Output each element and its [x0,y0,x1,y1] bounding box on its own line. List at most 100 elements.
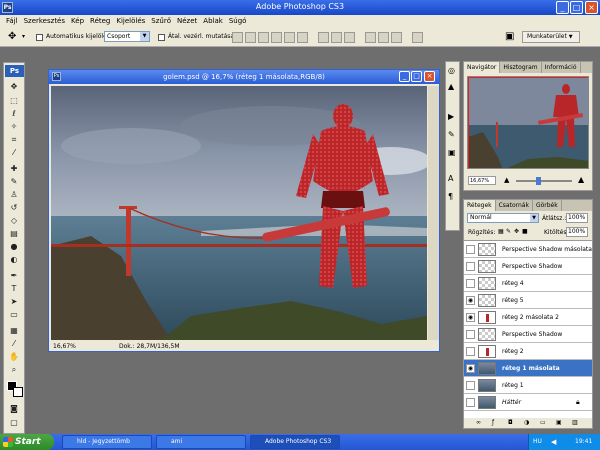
align-vcenter-icon[interactable] [245,32,256,43]
layer-row[interactable]: Perspective Shadow másolata [464,241,592,258]
align-top-icon[interactable] [232,32,243,43]
menu-help[interactable]: Súgó [226,17,250,25]
menu-view[interactable]: Nézet [174,17,200,25]
crop-tool-icon[interactable]: ⌗ [7,134,21,145]
align-left-icon[interactable] [271,32,282,43]
blur-tool-icon[interactable]: ● [7,241,21,252]
visibility-toggle[interactable] [466,381,475,390]
path-selection-tool-icon[interactable]: ➤ [7,296,21,307]
new-layer-icon[interactable]: ▣ [556,419,562,426]
trash-icon[interactable]: ▥ [572,419,578,426]
auto-select-dropdown[interactable]: Csoport ▼ [104,31,150,42]
visibility-toggle[interactable] [466,262,475,271]
menu-layer[interactable]: Réteg [87,17,113,25]
fill-field[interactable]: 100% [566,227,588,237]
tab-channels[interactable]: Csatornák [496,200,533,211]
tab-histogram[interactable]: Hisztogram [500,62,542,73]
opacity-field[interactable]: 100% [566,213,588,223]
visibility-toggle[interactable] [466,398,475,407]
type-tool-icon[interactable]: T [7,283,21,294]
layer-row[interactable]: ◉ réteg 5 [464,292,592,309]
distribute-hcenter-icon[interactable] [378,32,389,43]
distribute-top-icon[interactable] [318,32,329,43]
lock-position-icon[interactable]: ✥ [514,228,519,235]
dodge-tool-icon[interactable]: ◐ [7,254,21,265]
distribute-right-icon[interactable] [391,32,402,43]
maximize-icon[interactable]: □ [411,71,422,82]
speaker-icon[interactable]: ◀ [551,434,556,450]
lock-all-icon[interactable]: ■ [522,228,528,235]
tool-preset-chevron-icon[interactable]: ▾ [22,33,25,40]
lock-image-icon[interactable]: ✎ [506,228,511,235]
zoom-out-icon[interactable]: ▲ [504,176,509,184]
brushes-icon[interactable]: ✎ [448,130,455,139]
zoom-slider-handle[interactable] [536,177,541,185]
maximize-icon[interactable]: □ [570,1,583,14]
visibility-toggle[interactable] [466,330,475,339]
healing-brush-tool-icon[interactable]: ✚ [7,163,21,174]
hand-tool-icon[interactable]: ✋ [7,351,21,362]
screen-mode-icon[interactable]: ▢ [7,417,21,428]
layer-row[interactable]: Háttér 🔒︎ [464,394,592,411]
tab-curves[interactable]: Görbék [533,200,562,211]
tab-navigator[interactable]: Navigátor [464,62,501,73]
navigator-icon[interactable]: ◎ [448,66,455,75]
layer-row[interactable]: réteg 1 [464,377,592,394]
background-color-swatch[interactable] [13,387,23,397]
close-icon[interactable]: × [424,71,435,82]
visibility-toggle[interactable] [466,279,475,288]
layer-row-selected[interactable]: ◉ réteg 1 másolata [464,360,592,377]
layer-mask-icon[interactable]: ◘ [508,419,513,426]
navigator-zoom-field[interactable]: 16,67% [468,176,496,185]
histogram-icon[interactable]: ▲ [448,82,454,91]
visibility-toggle[interactable] [466,245,475,254]
visibility-toggle[interactable] [466,347,475,356]
layer-row[interactable]: Perspective Shadow [464,326,592,343]
eye-icon[interactable]: ◉ [466,364,475,373]
menu-filter[interactable]: Szűrő [148,17,174,25]
start-button[interactable]: Start [0,434,54,450]
align-bottom-icon[interactable] [258,32,269,43]
layer-row[interactable]: ◉ réteg 2 másolata 2 [464,309,592,326]
language-indicator[interactable]: HU [533,434,542,450]
eye-icon[interactable]: ◉ [466,296,475,305]
layer-row[interactable]: réteg 4 [464,275,592,292]
history-brush-tool-icon[interactable]: ↺ [7,202,21,213]
taskbar-item-photoshop[interactable]: Adobe Photoshop CS3 [250,435,340,449]
zoom-in-icon[interactable]: ▲ [578,175,584,184]
taskbar-item-folder[interactable]: ami [156,435,246,449]
shape-tool-icon[interactable]: ▭ [7,309,21,320]
align-right-icon[interactable] [297,32,308,43]
distribute-vcenter-icon[interactable] [331,32,342,43]
quick-mask-icon[interactable]: ◙ [7,403,21,414]
auto-select-checkbox[interactable] [36,34,43,41]
move-tool-icon[interactable]: ✥ [7,81,21,92]
gradient-tool-icon[interactable]: ▤ [7,228,21,239]
zoom-level[interactable]: 16,67% [53,343,76,350]
eye-icon[interactable]: ◉ [466,313,475,322]
new-group-icon[interactable]: ▭ [540,419,546,426]
eyedropper-tool-icon[interactable]: ⁄ [7,147,21,158]
distribute-left-icon[interactable] [365,32,376,43]
taskbar-item-notepad[interactable]: hld - Jegyzettömb [62,435,152,449]
distribute-bottom-icon[interactable] [344,32,355,43]
tool-presets-icon[interactable]: ▣ [448,148,456,157]
tab-info[interactable]: Információ [542,62,581,73]
workspace-button[interactable]: Munkaterület ▼ [522,31,580,43]
tab-layers[interactable]: Rétegek [464,200,496,211]
menu-select[interactable]: Kijelölés [113,17,148,25]
adjustment-layer-icon[interactable]: ◑ [524,419,529,426]
menu-edit[interactable]: Szerkesztés [21,17,68,25]
menu-file[interactable]: Fájl [3,17,21,25]
magic-wand-tool-icon[interactable]: ✧ [7,121,21,132]
layer-row[interactable]: réteg 2 [464,343,592,360]
menu-image[interactable]: Kép [68,17,87,25]
notes-tool-icon[interactable]: ▦ [7,325,21,336]
align-hcenter-icon[interactable] [284,32,295,43]
clone-stamp-tool-icon[interactable]: ♙ [7,189,21,200]
auto-align-icon[interactable] [412,32,423,43]
minimize-icon[interactable]: _ [556,1,569,14]
pen-tool-icon[interactable]: ✒ [7,270,21,281]
layer-row[interactable]: Perspective Shadow [464,258,592,275]
paragraph-icon[interactable]: ¶ [448,192,453,201]
